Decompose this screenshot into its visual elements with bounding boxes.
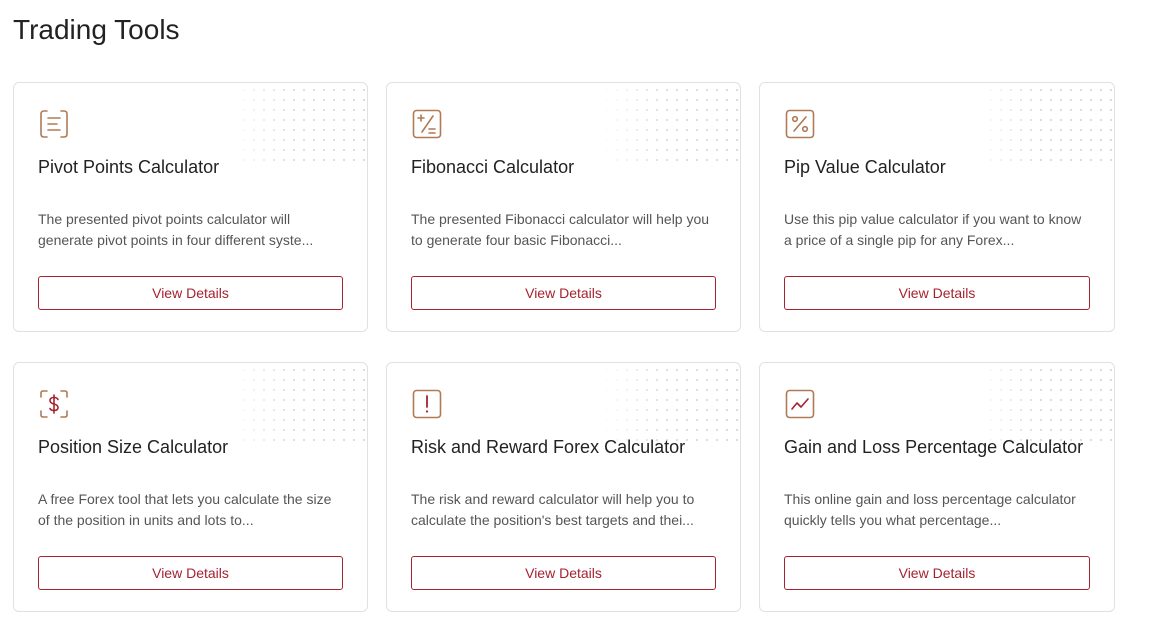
tool-title: Gain and Loss Percentage Calculator bbox=[784, 437, 1084, 457]
view-details-button[interactable]: View Details bbox=[411, 556, 716, 590]
dot-pattern-decoration bbox=[600, 363, 740, 445]
tool-card-risk-reward: Risk and Reward Forex Calculator The ris… bbox=[386, 362, 741, 612]
dot-pattern-decoration bbox=[974, 363, 1114, 445]
tool-title: Fibonacci Calculator bbox=[411, 157, 575, 177]
plus-minus-divide-icon bbox=[411, 108, 443, 140]
tool-description: The risk and reward calculator will help… bbox=[411, 491, 695, 528]
tool-card-gain-loss: Gain and Loss Percentage Calculator This… bbox=[759, 362, 1115, 612]
tool-title: Position Size Calculator bbox=[38, 437, 229, 457]
list-lines-icon bbox=[38, 108, 70, 140]
tool-card-fibonacci: Fibonacci Calculator The presented Fibon… bbox=[386, 82, 741, 332]
dot-pattern-decoration bbox=[227, 363, 367, 445]
trading-tools-page: Trading Tools Pivot Points Calculator Th… bbox=[0, 0, 1149, 627]
page-title: Trading Tools bbox=[13, 14, 180, 45]
tool-description: A free Forex tool that lets you calculat… bbox=[38, 491, 332, 528]
tool-description: The presented Fibonacci calculator will … bbox=[411, 211, 710, 248]
view-details-button[interactable]: View Details bbox=[784, 276, 1090, 310]
dot-pattern-decoration bbox=[600, 83, 740, 165]
tool-title: Pip Value Calculator bbox=[784, 157, 946, 177]
tool-card-position-size: Position Size Calculator A free Forex to… bbox=[13, 362, 368, 612]
tool-description: This online gain and loss percentage cal… bbox=[784, 491, 1076, 528]
tool-description: Use this pip value calculator if you wan… bbox=[784, 211, 1082, 248]
tool-card-pip-value: Pip Value Calculator Use this pip value … bbox=[759, 82, 1115, 332]
view-details-button[interactable]: View Details bbox=[411, 276, 716, 310]
tool-title: Risk and Reward Forex Calculator bbox=[411, 437, 686, 457]
trend-line-icon bbox=[784, 388, 816, 420]
dollar-bracket-icon bbox=[38, 388, 70, 420]
exclamation-icon bbox=[411, 388, 443, 420]
view-details-button[interactable]: View Details bbox=[38, 556, 343, 590]
dot-pattern-decoration bbox=[227, 83, 367, 165]
view-details-button[interactable]: View Details bbox=[38, 276, 343, 310]
tool-card-pivot-points: Pivot Points Calculator The presented pi… bbox=[13, 82, 368, 332]
percent-icon bbox=[784, 108, 816, 140]
tool-description: The presented pivot points calculator wi… bbox=[38, 211, 314, 248]
view-details-button[interactable]: View Details bbox=[784, 556, 1090, 590]
tool-title: Pivot Points Calculator bbox=[38, 157, 220, 177]
dot-pattern-decoration bbox=[974, 83, 1114, 165]
tools-grid: Pivot Points Calculator The presented pi… bbox=[13, 82, 1115, 612]
